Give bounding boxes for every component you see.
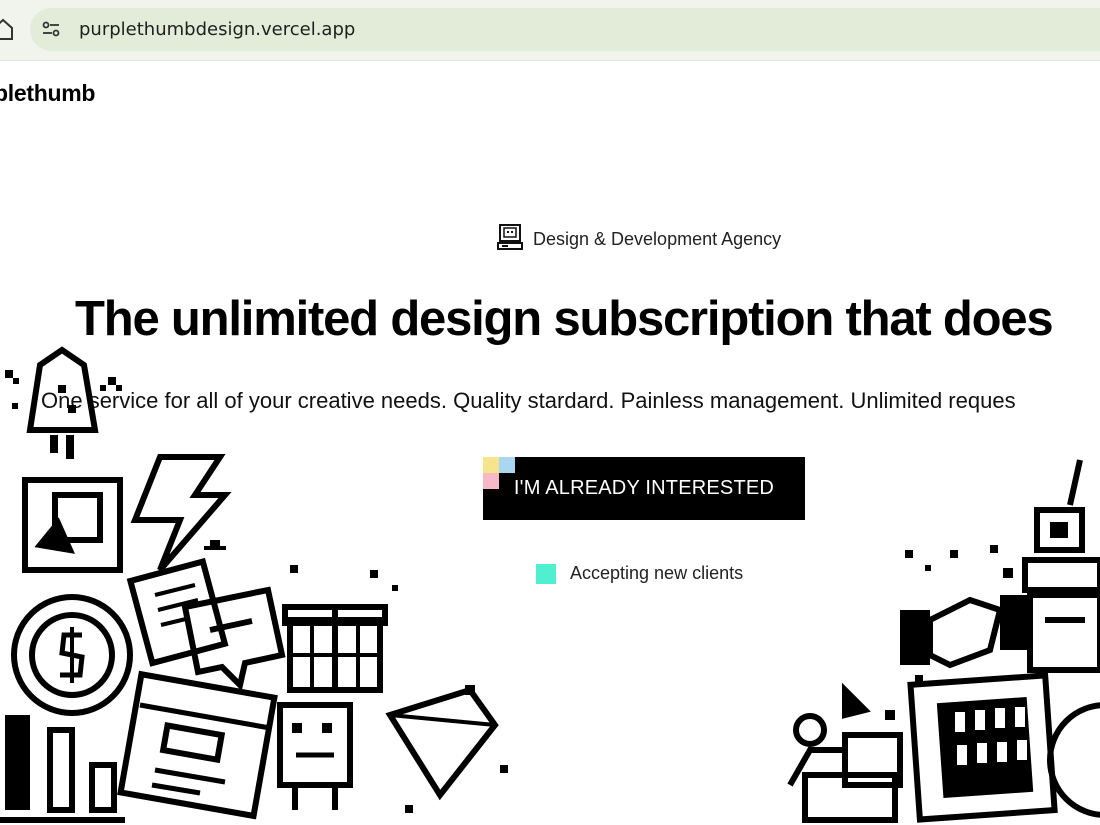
tagline-text: Design & Development Agency [533,228,782,249]
address-bar[interactable]: purplethumbdesign.vercel.app [30,8,1100,51]
rocket-icon [26,346,99,459]
tagline: Design & Development Agency [497,223,782,256]
chat-bubble-icon [181,586,286,691]
robot-icon [1022,459,1100,673]
tune-icon[interactable] [40,18,62,40]
picture-frame-icon [22,477,123,573]
status-text: Accepting new clients [570,563,744,583]
home-icon[interactable] [0,16,14,42]
right-illustration [775,450,1100,825]
browser-window-icon [117,670,278,820]
browser-toolbar: purplethumbdesign.vercel.app [0,0,1100,61]
availability-status: Accepting new clients [536,563,743,584]
left-illustration [0,345,520,825]
computer-icon [497,223,523,256]
robot-icon [277,702,353,810]
site-logo[interactable]: plethumb [0,80,95,107]
document-icon [126,557,229,667]
bar-chart-icon [0,715,125,823]
diamond-icon [385,686,499,801]
handshake-icon [900,595,1030,669]
lightning-icon [130,454,232,572]
gift-icon [282,604,388,693]
url-text[interactable]: purplethumbdesign.vercel.app [79,19,355,40]
cta-label: I'M ALREADY INTERESTED [513,477,775,499]
status-indicator [536,563,556,584]
globe-icon [1047,702,1100,818]
coin-icon [11,594,133,716]
box-icon [787,682,903,823]
cta-button[interactable]: I'M ALREADY INTERESTED [483,457,805,520]
hero-headline: The unlimited design subscription that d… [75,292,1054,346]
